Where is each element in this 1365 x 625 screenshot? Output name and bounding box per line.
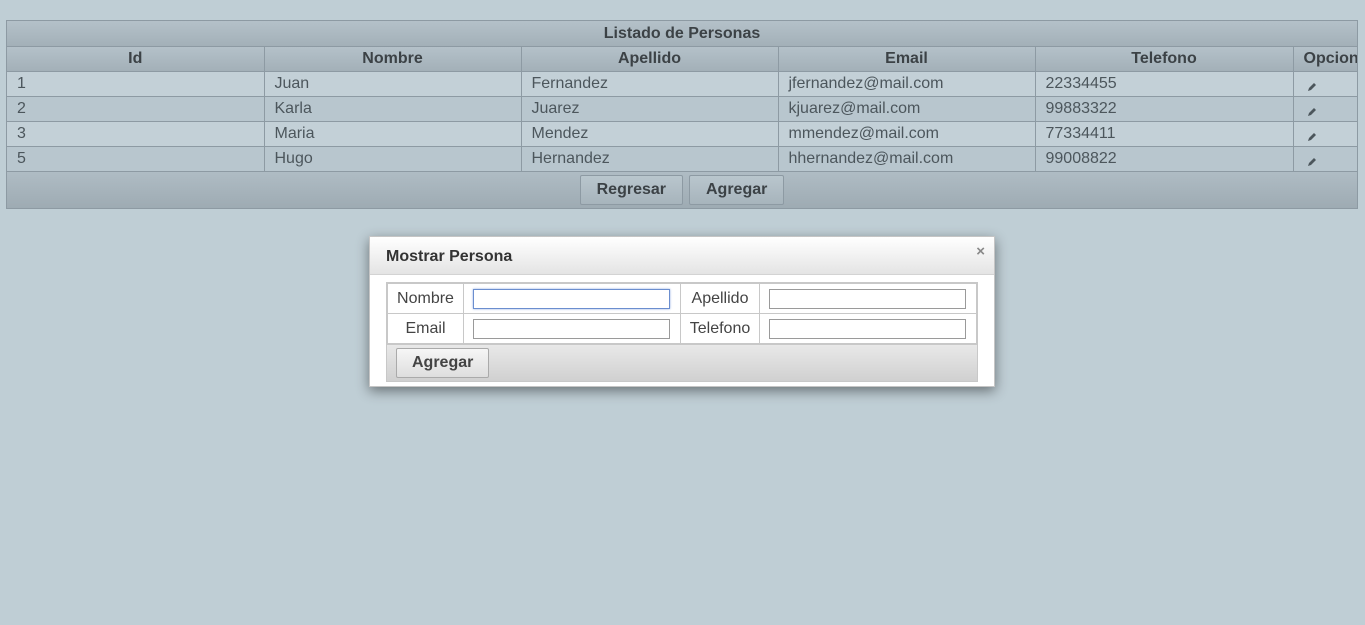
email-label: Email bbox=[387, 313, 464, 344]
nombre-label: Nombre bbox=[387, 283, 464, 314]
cell-opcion bbox=[1293, 146, 1357, 172]
column-header-email[interactable]: Email bbox=[778, 47, 1036, 72]
cell-nombre: Karla bbox=[264, 96, 522, 122]
cell-apellido: Fernandez bbox=[521, 71, 779, 97]
telefono-label: Telefono bbox=[680, 313, 760, 344]
table-row[interactable]: 2 Karla Juarez kjuarez@mail.com 99883322 bbox=[7, 96, 1357, 122]
cell-email: mmendez@mail.com bbox=[778, 121, 1036, 147]
pencil-icon[interactable] bbox=[1307, 104, 1317, 116]
cell-id: 2 bbox=[7, 96, 265, 122]
back-button[interactable]: Regresar bbox=[579, 175, 683, 205]
table-row[interactable]: 3 Maria Mendez mmendez@mail.com 77334411 bbox=[7, 121, 1357, 147]
cell-id: 1 bbox=[7, 71, 265, 97]
nombre-input[interactable] bbox=[473, 288, 670, 309]
cell-nombre: Maria bbox=[264, 121, 522, 147]
pencil-icon[interactable] bbox=[1307, 154, 1317, 166]
telefono-input[interactable] bbox=[769, 318, 966, 339]
table-caption: Listado de Personas bbox=[7, 21, 1357, 47]
column-header-opcion: Opcion bbox=[1293, 47, 1357, 72]
persona-form: Nombre Apellido Email Telefono Agregar bbox=[386, 282, 978, 382]
cell-telefono: 77334411 bbox=[1035, 121, 1294, 147]
cell-id: 3 bbox=[7, 121, 265, 147]
cell-opcion bbox=[1293, 96, 1357, 122]
pencil-icon[interactable] bbox=[1307, 79, 1317, 91]
form-row: Email Telefono bbox=[387, 313, 977, 344]
table-row[interactable]: 1 Juan Fernandez jfernandez@mail.com 223… bbox=[7, 71, 1357, 97]
apellido-label: Apellido bbox=[680, 283, 760, 314]
column-header-apellido[interactable]: Apellido bbox=[521, 47, 779, 72]
pencil-icon[interactable] bbox=[1307, 129, 1317, 141]
cell-email: jfernandez@mail.com bbox=[778, 71, 1036, 97]
cell-nombre: Juan bbox=[264, 71, 522, 97]
column-header-telefono[interactable]: Telefono bbox=[1035, 47, 1294, 72]
add-button[interactable]: Agregar bbox=[689, 175, 785, 205]
table-header-row: Id Nombre Apellido Email Telefono Opcion bbox=[7, 47, 1357, 72]
dialog-titlebar[interactable]: Mostrar Persona × bbox=[370, 237, 994, 275]
cell-apellido: Hernandez bbox=[521, 146, 779, 172]
table-footer: Regresar Agregar bbox=[7, 172, 1357, 208]
cell-nombre: Hugo bbox=[264, 146, 522, 172]
close-icon[interactable]: × bbox=[976, 237, 985, 267]
mostrar-persona-dialog: Mostrar Persona × Nombre Apellido Email bbox=[369, 236, 995, 387]
column-header-nombre[interactable]: Nombre bbox=[264, 47, 522, 72]
dialog-title: Mostrar Persona bbox=[386, 248, 513, 265]
cell-apellido: Mendez bbox=[521, 121, 779, 147]
cell-opcion bbox=[1293, 71, 1357, 97]
cell-email: hhernandez@mail.com bbox=[778, 146, 1036, 172]
personas-table-panel: Listado de Personas Id Nombre Apellido E… bbox=[6, 20, 1358, 209]
personas-table: Id Nombre Apellido Email Telefono Opcion… bbox=[7, 47, 1357, 172]
cell-opcion bbox=[1293, 121, 1357, 147]
dialog-add-button[interactable]: Agregar bbox=[396, 348, 490, 378]
apellido-input[interactable] bbox=[769, 288, 966, 309]
email-input[interactable] bbox=[473, 318, 670, 339]
cell-telefono: 99008822 bbox=[1035, 146, 1294, 172]
cell-telefono: 22334455 bbox=[1035, 71, 1294, 97]
table-row[interactable]: 5 Hugo Hernandez hhernandez@mail.com 990… bbox=[7, 146, 1357, 172]
form-row: Nombre Apellido bbox=[387, 283, 977, 314]
form-footer: Agregar bbox=[387, 344, 977, 381]
cell-apellido: Juarez bbox=[521, 96, 779, 122]
cell-email: kjuarez@mail.com bbox=[778, 96, 1036, 122]
cell-id: 5 bbox=[7, 146, 265, 172]
cell-telefono: 99883322 bbox=[1035, 96, 1294, 122]
column-header-id[interactable]: Id bbox=[7, 47, 265, 72]
